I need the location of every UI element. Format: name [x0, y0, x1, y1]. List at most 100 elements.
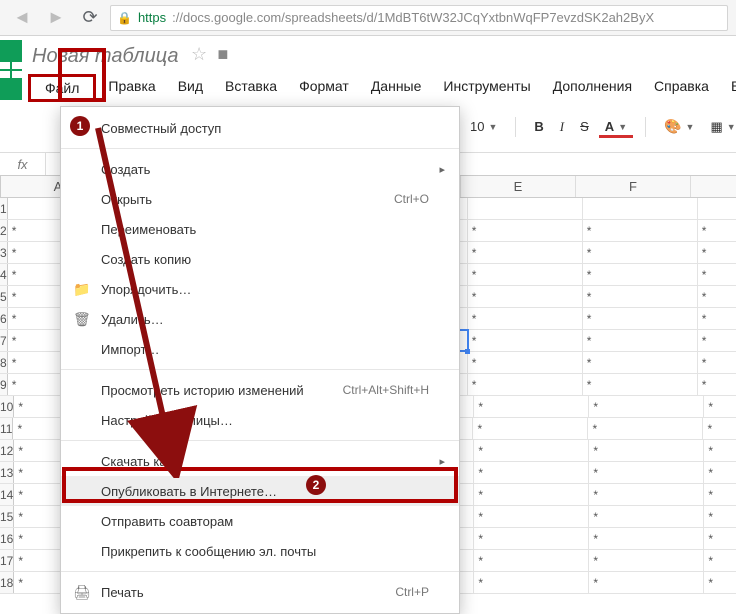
cell[interactable]: *: [698, 264, 736, 285]
cell[interactable]: *: [583, 374, 698, 395]
strike-button[interactable]: S: [574, 117, 595, 136]
borders-button[interactable]: ▦▼: [704, 117, 736, 137]
menu-item[interactable]: Прикрепить к сообщению эл. почты: [61, 536, 459, 566]
menu-item[interactable]: Переименовать: [61, 214, 459, 244]
cell[interactable]: *: [698, 308, 736, 329]
cell[interactable]: *: [704, 572, 736, 593]
row-header[interactable]: 2: [0, 220, 8, 241]
cell[interactable]: *: [698, 286, 736, 307]
menu-правка[interactable]: Правка: [98, 74, 165, 102]
cell[interactable]: *: [704, 550, 736, 571]
menu-item[interactable]: Отправить соавторам: [61, 506, 459, 536]
forward-button[interactable]: ►: [42, 4, 70, 32]
cell[interactable]: *: [704, 440, 736, 461]
menu-item[interactable]: 🖨ПечатьCtrl+P: [61, 577, 459, 607]
row-header[interactable]: 15: [0, 506, 14, 527]
url-bar[interactable]: 🔒 https://docs.google.com/spreadsheets/d…: [110, 5, 728, 31]
cell[interactable]: *: [474, 506, 589, 527]
menu-инструменты[interactable]: Инструменты: [433, 74, 540, 102]
cell[interactable]: *: [468, 220, 583, 241]
row-header[interactable]: 14: [0, 484, 14, 505]
folder-icon[interactable]: ■: [218, 44, 229, 64]
row-header[interactable]: 11: [0, 418, 13, 439]
reload-button[interactable]: ⟳: [76, 4, 104, 32]
cell[interactable]: [583, 198, 698, 219]
row-header[interactable]: 12: [0, 440, 14, 461]
menu-формат[interactable]: Формат: [289, 74, 359, 102]
sheets-logo[interactable]: [0, 40, 22, 100]
menu-вид[interactable]: Вид: [168, 74, 213, 102]
cell[interactable]: *: [589, 484, 704, 505]
font-size-select[interactable]: 10▼: [464, 117, 503, 136]
cell[interactable]: *: [468, 374, 583, 395]
row-header[interactable]: 7: [0, 330, 8, 351]
cell[interactable]: *: [468, 308, 583, 329]
cell[interactable]: [468, 198, 583, 219]
menu-item[interactable]: ОткрытьCtrl+O: [61, 184, 459, 214]
cell[interactable]: *: [474, 440, 589, 461]
cell[interactable]: *: [704, 506, 736, 527]
cell[interactable]: *: [468, 286, 583, 307]
cell[interactable]: *: [589, 550, 704, 571]
menu-item[interactable]: 🗑Удалить…: [61, 304, 459, 334]
menu-файл[interactable]: Файл: [28, 74, 96, 102]
menu-item[interactable]: Скачать как: [61, 446, 459, 476]
cell[interactable]: *: [474, 484, 589, 505]
cell[interactable]: *: [468, 352, 583, 373]
col-header-F[interactable]: F: [576, 176, 691, 197]
col-header-G[interactable]: G: [691, 176, 736, 197]
cell[interactable]: *: [583, 220, 698, 241]
cell[interactable]: *: [468, 242, 583, 263]
menu-вс[interactable]: Вс: [721, 74, 736, 102]
cell[interactable]: *: [474, 396, 589, 417]
row-header[interactable]: 9: [0, 374, 8, 395]
cell[interactable]: *: [583, 286, 698, 307]
row-header[interactable]: 1: [0, 198, 8, 219]
row-header[interactable]: 3: [0, 242, 8, 263]
row-header[interactable]: 5: [0, 286, 8, 307]
menu-вставка[interactable]: Вставка: [215, 74, 287, 102]
menu-item[interactable]: Опубликовать в Интернете…: [61, 476, 459, 506]
cell[interactable]: *: [589, 506, 704, 527]
cell[interactable]: *: [704, 484, 736, 505]
cell[interactable]: *: [704, 396, 736, 417]
cell[interactable]: *: [704, 528, 736, 549]
menu-item[interactable]: Совместный доступ: [61, 113, 459, 143]
cell[interactable]: *: [474, 528, 589, 549]
cell[interactable]: *: [589, 528, 704, 549]
cell[interactable]: *: [589, 440, 704, 461]
cell[interactable]: *: [698, 220, 736, 241]
doc-title[interactable]: Новая таблица: [32, 45, 178, 68]
cell[interactable]: *: [474, 462, 589, 483]
cell[interactable]: *: [474, 550, 589, 571]
row-header[interactable]: 6: [0, 308, 8, 329]
cell[interactable]: *: [583, 330, 698, 351]
row-header[interactable]: 8: [0, 352, 8, 373]
cell[interactable]: *: [583, 352, 698, 373]
col-header-E[interactable]: E: [461, 176, 576, 197]
menu-item[interactable]: Создать: [61, 154, 459, 184]
row-header[interactable]: 17: [0, 550, 14, 571]
menu-справка[interactable]: Справка: [644, 74, 719, 102]
menu-item[interactable]: Создать копию: [61, 244, 459, 274]
cell[interactable]: *: [589, 572, 704, 593]
row-header[interactable]: 16: [0, 528, 14, 549]
cell[interactable]: *: [703, 418, 736, 439]
cell[interactable]: *: [589, 396, 704, 417]
fill-color-button[interactable]: 🎨▼: [658, 116, 700, 137]
cell[interactable]: *: [473, 418, 588, 439]
bold-button[interactable]: B: [528, 117, 549, 136]
cell[interactable]: *: [698, 374, 736, 395]
cell[interactable]: *: [583, 308, 698, 329]
text-color-button[interactable]: A▼: [599, 117, 633, 136]
cell[interactable]: *: [698, 330, 736, 351]
cell[interactable]: [698, 198, 736, 219]
cell[interactable]: *: [704, 462, 736, 483]
back-button[interactable]: ◄: [8, 4, 36, 32]
menu-item[interactable]: Просмотреть историю измененийCtrl+Alt+Sh…: [61, 375, 459, 405]
italic-button[interactable]: I: [554, 117, 570, 137]
menu-данные[interactable]: Данные: [361, 74, 432, 102]
row-header[interactable]: 4: [0, 264, 8, 285]
cell[interactable]: *: [588, 418, 703, 439]
menu-item[interactable]: 📁Упорядочить…: [61, 274, 459, 304]
